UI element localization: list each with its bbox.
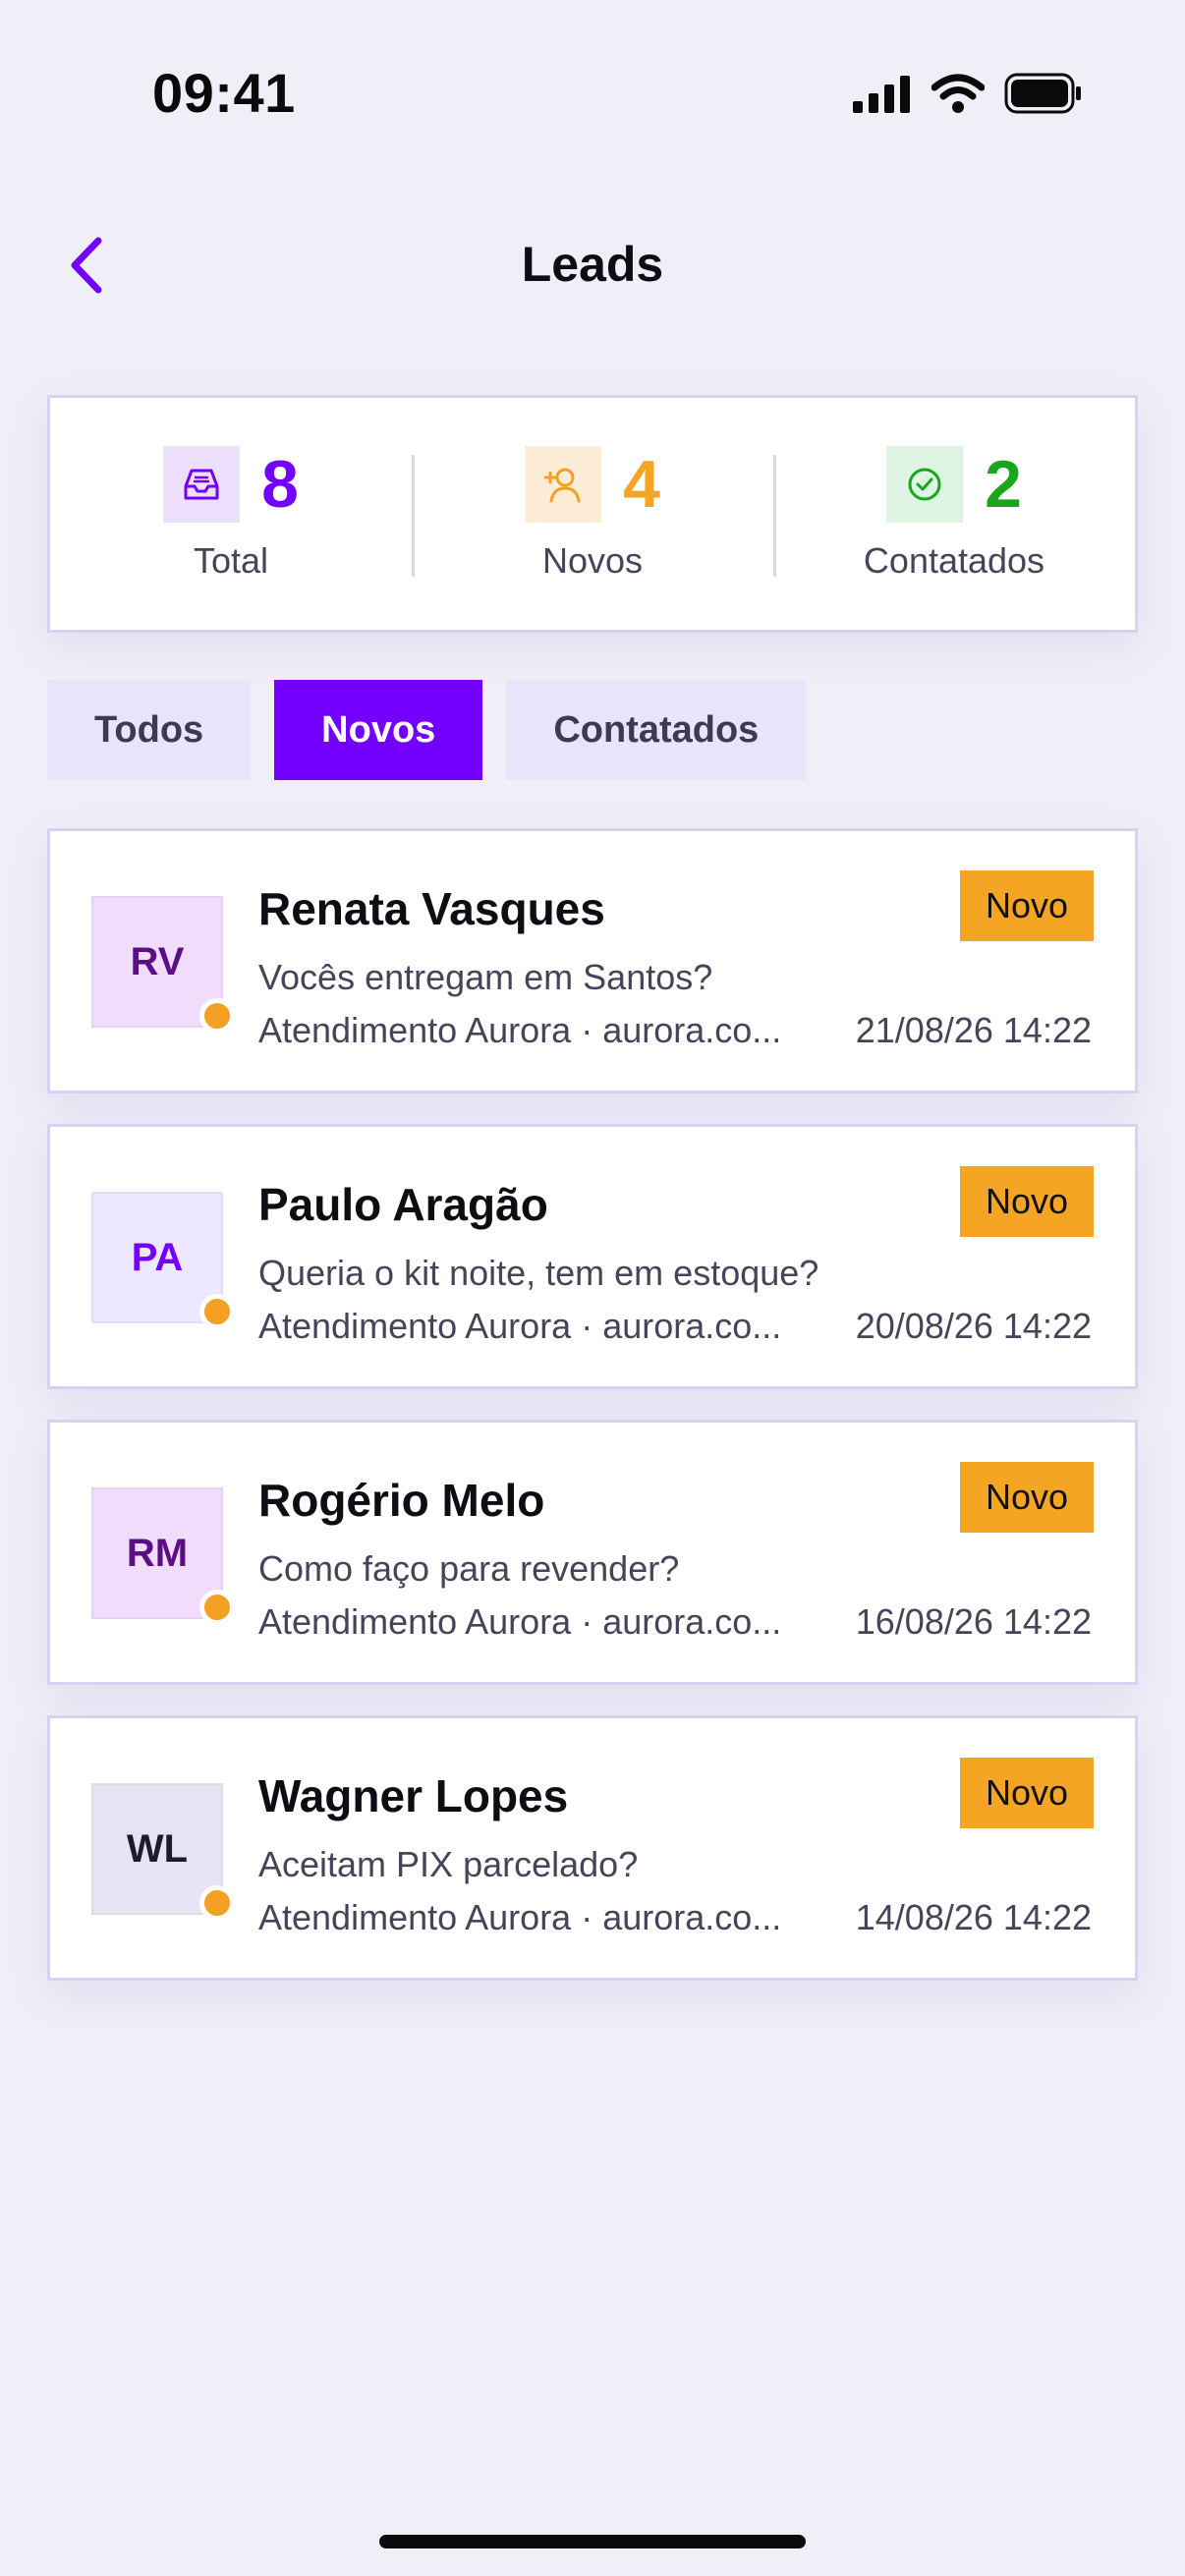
stat-total-label: Total — [193, 540, 269, 581]
avatar-initials: RV — [130, 939, 185, 983]
status-dot — [199, 998, 235, 1034]
status-icons — [853, 73, 1083, 114]
lead-card[interactable]: WL Wagner Lopes Aceitam PIX parcelado? A… — [47, 1715, 1138, 1981]
stat-novos-value: 4 — [623, 447, 660, 522]
lead-message: Como faço para revender? — [258, 1548, 680, 1589]
avatar: RM — [91, 1487, 235, 1625]
lead-date: 21/08/26 14:22 — [855, 1010, 1092, 1050]
battery-icon — [1004, 73, 1081, 114]
status-dot — [199, 1885, 235, 1921]
lead-source: Atendimento Aurora · aurora.co... — [258, 1601, 782, 1642]
lead-date: 16/08/26 14:22 — [855, 1601, 1092, 1642]
tab-todos[interactable]: Todos — [47, 680, 252, 780]
lead-source: Atendimento Aurora · aurora.co... — [258, 1306, 782, 1346]
filter-tabs: Todos Novos Contatados — [47, 680, 807, 780]
avatar: RV — [91, 896, 235, 1034]
stat-total-value: 8 — [261, 447, 299, 522]
lead-name: Paulo Aragão — [258, 1179, 548, 1230]
avatar-initials: PA — [131, 1235, 184, 1279]
leads-screen: 09:41 Leads 8 Total 4 Novos 2 Contatados… — [0, 0, 1185, 2576]
stat-contatados-value: 2 — [985, 447, 1022, 522]
stats-card: 8 Total 4 Novos 2 Contatados — [47, 395, 1138, 633]
page-title: Leads — [521, 237, 664, 292]
signal-icon — [853, 76, 910, 113]
status-badge: Novo — [959, 1758, 1094, 1828]
status-dot — [199, 1294, 235, 1329]
lead-name: Renata Vasques — [258, 883, 605, 934]
check-circle-icon — [886, 446, 964, 523]
status-badge: Novo — [959, 1462, 1094, 1533]
avatar-initials: WL — [126, 1826, 189, 1871]
lead-message: Vocês entregam em Santos? — [258, 957, 713, 997]
stat-novos: 4 Novos — [412, 398, 773, 630]
user-plus-icon — [525, 446, 602, 523]
lead-name: Wagner Lopes — [258, 1770, 569, 1821]
lead-source: Atendimento Aurora · aurora.co... — [258, 1010, 782, 1050]
status-badge: Novo — [959, 870, 1094, 941]
stat-contatados-label: Contatados — [863, 540, 1045, 581]
stat-total: 8 Total — [50, 398, 412, 630]
lead-message: Aceitam PIX parcelado? — [258, 1844, 639, 1884]
lead-message: Queria o kit noite, tem em estoque? — [258, 1253, 819, 1293]
wifi-icon — [931, 74, 985, 113]
tab-novos[interactable]: Novos — [274, 680, 483, 780]
status-badge: Novo — [959, 1166, 1094, 1237]
stat-novos-label: Novos — [541, 540, 644, 581]
lead-date: 14/08/26 14:22 — [855, 1897, 1092, 1937]
lead-card[interactable]: RM Rogério Melo Como faço para revender?… — [47, 1420, 1138, 1685]
tab-contatados[interactable]: Contatados — [506, 680, 807, 780]
inbox-icon — [163, 446, 241, 523]
home-indicator[interactable] — [379, 2535, 806, 2548]
avatar-initials: RM — [126, 1531, 189, 1575]
status-time: 09:41 — [152, 62, 296, 124]
status-dot — [199, 1590, 235, 1625]
lead-name: Rogério Melo — [258, 1475, 545, 1526]
stat-contatados: 2 Contatados — [773, 398, 1135, 630]
lead-card[interactable]: PA Paulo Aragão Queria o kit noite, tem … — [47, 1124, 1138, 1389]
lead-card[interactable]: RV Renata Vasques Vocês entregam em Sant… — [47, 828, 1138, 1093]
lead-source: Atendimento Aurora · aurora.co... — [258, 1897, 782, 1937]
avatar: PA — [91, 1192, 235, 1329]
avatar: WL — [91, 1783, 235, 1921]
lead-date: 20/08/26 14:22 — [855, 1306, 1092, 1346]
